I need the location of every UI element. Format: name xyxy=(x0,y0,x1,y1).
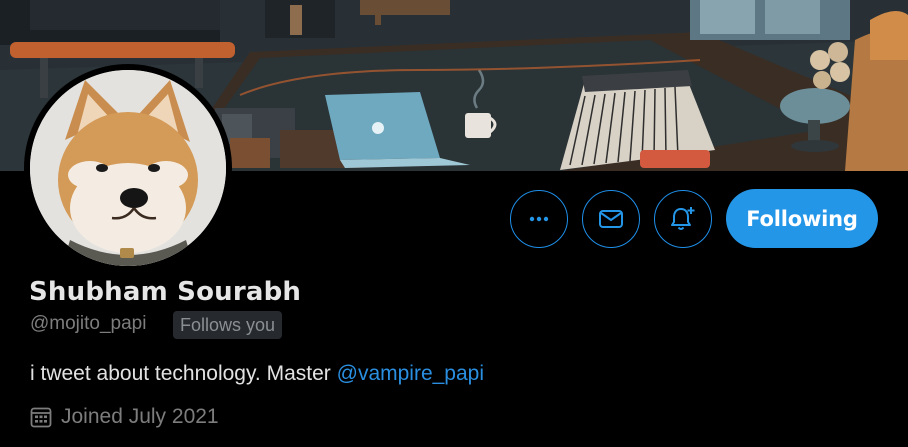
message-button[interactable] xyxy=(582,190,640,248)
shiba-dog-illustration xyxy=(30,70,226,266)
profile-avatar[interactable] xyxy=(24,64,232,272)
follows-you-badge: Follows you xyxy=(173,311,283,339)
bell-plus-icon xyxy=(671,207,695,230)
calendar-icon xyxy=(30,407,52,428)
profile-name: Shubham Sourabh xyxy=(29,277,302,307)
following-button[interactable]: Following xyxy=(726,189,878,248)
more-horizontal-icon xyxy=(529,216,549,222)
notifications-button[interactable] xyxy=(654,190,712,248)
joined-date-row: Joined July 2021 xyxy=(30,405,219,429)
profile-handle: @mojito_papi xyxy=(30,313,147,334)
avatar-image xyxy=(30,70,226,266)
joined-date: Joined July 2021 xyxy=(61,405,219,428)
mail-icon xyxy=(599,210,623,228)
bio-mention-link[interactable]: @vampire_papi xyxy=(337,362,484,385)
profile-bio: i tweet about technology. Master @vampir… xyxy=(30,362,484,386)
following-button-label: Following xyxy=(746,206,858,231)
more-button[interactable] xyxy=(510,190,568,248)
bio-text: i tweet about technology. Master xyxy=(30,362,337,385)
